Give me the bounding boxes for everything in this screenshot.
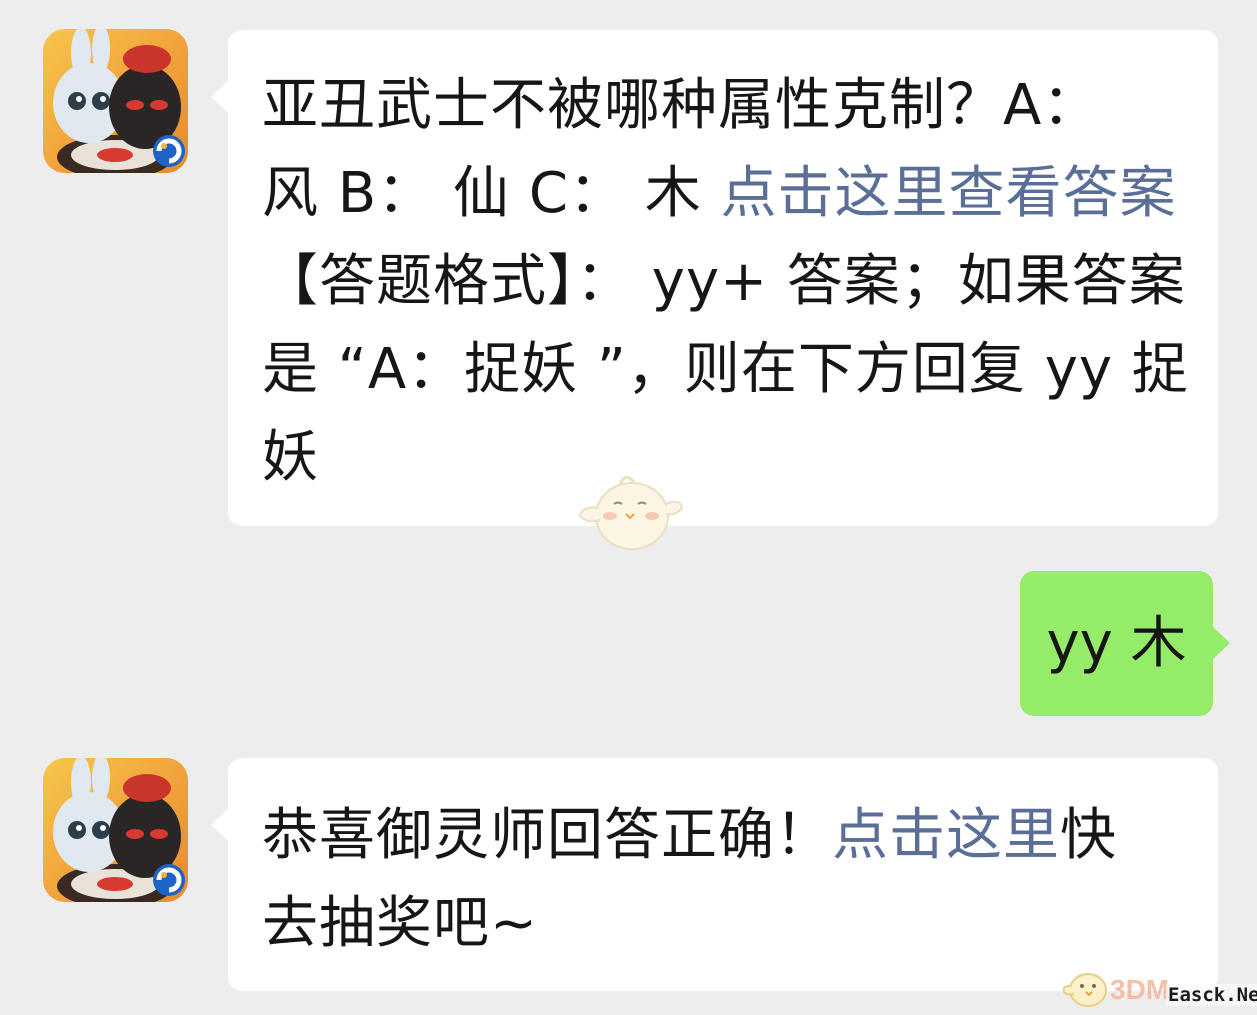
chick-watermark-icon — [1062, 973, 1107, 1007]
bubble-tail — [211, 808, 229, 842]
chick-mascot-icon — [578, 476, 684, 550]
watermark: 3DM Easck.Net — [1062, 960, 1257, 1010]
options-text: 风 B： 仙 C： 木 — [262, 161, 721, 226]
format-text: 是 “A：捉妖 ”，则在下方回复 yy 捉 — [262, 337, 1189, 402]
bubble-tail — [1212, 626, 1230, 660]
congrats-text: 恭喜御灵师回答正确！ — [262, 803, 832, 868]
watermark-site: Easck.Net — [1166, 984, 1257, 1006]
congrats-text: 快 — [1060, 803, 1117, 868]
format-text: 【答题格式】： yy+ 答案；如果答案 — [262, 249, 1186, 314]
sender-avatar[interactable] — [43, 758, 188, 902]
view-answer-link[interactable]: 点击这里查看答案 — [721, 161, 1177, 226]
reply-text: yy 木 — [1046, 611, 1187, 676]
message-line: 恭喜御灵师回答正确！点击这里快 — [262, 792, 1184, 880]
incoming-message-bubble: 恭喜御灵师回答正确！点击这里快 去抽奖吧~ — [211, 758, 1218, 991]
message-line: 风 B： 仙 C： 木 点击这里查看答案 — [262, 150, 1184, 238]
format-text: 妖 — [262, 425, 319, 490]
question-text: 亚丑武士不被哪种属性克制？A： — [262, 73, 1100, 138]
outgoing-message-bubble: yy 木 — [1020, 571, 1230, 716]
watermark-brand: 3DM — [1110, 974, 1170, 1005]
congrats-text: 去抽奖吧~ — [262, 891, 538, 956]
message-line: 【答题格式】： yy+ 答案；如果答案 — [262, 238, 1186, 326]
message-line: 去抽奖吧~ — [262, 880, 1184, 968]
message-line: 妖 — [262, 414, 1184, 502]
message-line: 亚丑武士不被哪种属性克制？A： — [262, 62, 1184, 150]
message-line: 是 “A：捉妖 ”，则在下方回复 yy 捉 — [262, 326, 1188, 414]
incoming-message-bubble: 亚丑武士不被哪种属性克制？A： 风 B： 仙 C： 木 点击这里查看答案 【答题… — [211, 30, 1218, 526]
sender-avatar[interactable] — [43, 29, 188, 173]
lottery-link[interactable]: 点击这里 — [832, 803, 1060, 868]
bubble-tail — [211, 80, 229, 114]
